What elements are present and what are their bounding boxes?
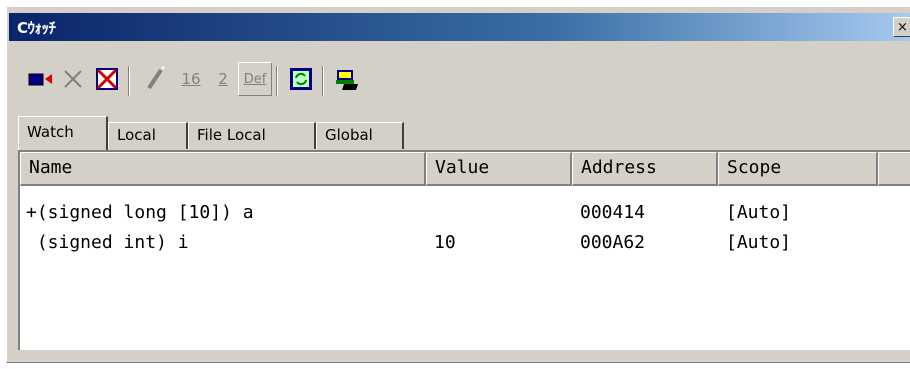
- tab-file-local[interactable]: File Local: [188, 122, 316, 149]
- tab-watch-label: Watch: [27, 123, 74, 141]
- delete-all-button[interactable]: [90, 62, 124, 96]
- row-address: 000A62: [580, 232, 646, 253]
- delete-button[interactable]: [56, 62, 90, 96]
- refresh-icon: [290, 68, 312, 90]
- add-watch-button[interactable]: [24, 62, 58, 96]
- toolbar-separator: [276, 66, 278, 96]
- record-icon: [336, 70, 358, 90]
- refresh-button[interactable]: [284, 62, 318, 96]
- binary-radix-button[interactable]: 2: [206, 62, 240, 96]
- delete-all-icon: [96, 68, 118, 90]
- default-radix-icon: Def: [243, 71, 267, 87]
- row-value: 10: [434, 232, 456, 253]
- edit-value-icon: [147, 66, 165, 90]
- hex-radix-button[interactable]: 16: [174, 62, 208, 96]
- tab-local[interactable]: Local: [108, 122, 188, 149]
- tab-global-label: Global: [325, 126, 373, 144]
- column-header-address[interactable]: Address: [572, 152, 718, 186]
- tab-watch[interactable]: Watch: [18, 116, 108, 150]
- row-name: (signed int) i: [26, 232, 189, 253]
- delete-icon: [64, 70, 82, 88]
- watch-list[interactable]: Name Value Address Scope +(signed long […: [18, 150, 910, 350]
- tab-file-local-label: File Local: [197, 126, 266, 144]
- row-address: 000414: [580, 202, 646, 223]
- title-bar[interactable]: Cｳｫｯﾁ ×: [9, 13, 910, 41]
- tab-local-label: Local: [117, 126, 156, 144]
- default-radix-button[interactable]: Def: [238, 62, 272, 96]
- row-name: +(signed long [10]) a: [26, 202, 254, 223]
- column-header-value[interactable]: Value: [426, 152, 572, 186]
- column-header-blank: [878, 152, 910, 186]
- table-row[interactable]: +(signed long [10]) a 000414 [Auto]: [20, 198, 910, 228]
- hex-radix-icon: 16: [181, 70, 201, 88]
- edit-value-button[interactable]: [138, 62, 172, 96]
- tab-global[interactable]: Global: [316, 122, 404, 149]
- table-row[interactable]: (signed int) i 10 000A62 [Auto]: [20, 228, 910, 258]
- close-button[interactable]: ×: [893, 17, 910, 37]
- row-scope: [Auto]: [726, 232, 792, 253]
- column-header-scope[interactable]: Scope: [718, 152, 878, 186]
- row-scope: [Auto]: [726, 202, 792, 223]
- record-button[interactable]: [330, 62, 364, 96]
- window-title: Cｳｫｯﾁ: [17, 19, 56, 37]
- binary-radix-icon: 2: [218, 70, 228, 88]
- column-header: Name Value Address Scope: [20, 152, 910, 186]
- toolbar-separator: [128, 66, 130, 96]
- column-header-name[interactable]: Name: [20, 152, 426, 186]
- toolbar-separator: [322, 66, 324, 96]
- add-watch-icon: [28, 73, 52, 86]
